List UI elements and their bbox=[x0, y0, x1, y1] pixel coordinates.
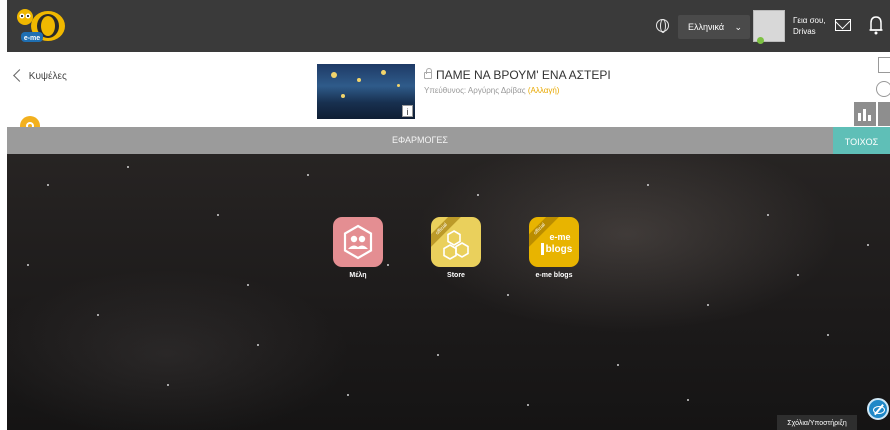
hexagons-icon bbox=[443, 230, 469, 260]
bar-chart-icon bbox=[868, 115, 871, 121]
greeting-text: Γεια σου, bbox=[793, 16, 826, 25]
cover-star bbox=[357, 78, 361, 82]
room-header: Κυψέλες i ΠΑΜΕ ΝΑ ΒΡΟΥΜ' ΕΝΑ ΑΣΤΕΡΙ Υπεύ… bbox=[7, 52, 890, 136]
app-members[interactable]: Μέλη bbox=[333, 217, 383, 279]
back-label: Κυψέλες bbox=[28, 71, 67, 82]
cover-star bbox=[341, 94, 345, 98]
apps-section-bar: ΕΦΑΡΜΟΓΕΣ bbox=[7, 127, 833, 154]
app-e-me-blogs[interactable]: e-me blogs official e-me blogs bbox=[529, 217, 579, 279]
clock-icon[interactable] bbox=[876, 81, 890, 97]
room-owner: Υπεύθυνος: Αργύρης Δρίβας (Αλλαγή) bbox=[424, 86, 559, 95]
e-me-logo[interactable]: e-me bbox=[13, 6, 69, 46]
lock-icon bbox=[424, 68, 432, 79]
support-button[interactable]: Σχόλια/Υποστήριξη bbox=[777, 415, 857, 430]
room-cover-image[interactable]: i bbox=[317, 64, 415, 119]
app-label: Store bbox=[447, 272, 465, 279]
cover-star bbox=[397, 84, 400, 87]
language-value: Ελληνικά bbox=[688, 22, 725, 32]
members-icon bbox=[343, 224, 373, 260]
blogs-tile-text-1: e-me bbox=[549, 232, 570, 242]
bell-icon[interactable] bbox=[869, 14, 883, 36]
room-title: ΠΑΜΕ ΝΑ ΒΡΟΥΜ' ΕΝΑ ΑΣΤΕΡΙ bbox=[424, 68, 611, 82]
owner-label: Υπεύθυνος: Αργύρης Δρίβας bbox=[424, 86, 526, 95]
globe-icon bbox=[656, 19, 669, 33]
online-status-icon bbox=[757, 37, 764, 44]
user-greeting[interactable]: Γεια σου, Drivas bbox=[793, 15, 826, 37]
info-button[interactable]: i bbox=[402, 105, 413, 117]
bar-chart-icon bbox=[858, 113, 861, 121]
avatar[interactable] bbox=[753, 10, 785, 44]
blogs-tile: e-me blogs official bbox=[529, 217, 579, 267]
edit-button[interactable] bbox=[878, 102, 890, 126]
chevron-down-icon: ⌄ bbox=[734, 22, 742, 32]
app-window: e-me Ελληνικά ⌄ Γεια σου, Drivas Κυψέλες bbox=[7, 0, 890, 430]
app-store[interactable]: official Store bbox=[431, 217, 481, 279]
mail-icon[interactable] bbox=[835, 19, 851, 31]
hide-eye-icon[interactable] bbox=[867, 398, 889, 420]
store-tile: official bbox=[431, 217, 481, 267]
members-tile bbox=[333, 217, 383, 267]
statistics-button[interactable] bbox=[854, 102, 876, 126]
blogs-icon: e-me blogs bbox=[541, 232, 573, 255]
blogs-tile-text-2: blogs bbox=[546, 244, 573, 255]
app-label: e-me blogs bbox=[535, 272, 573, 279]
language-select[interactable]: Ελληνικά ⌄ bbox=[678, 15, 750, 39]
cover-star bbox=[331, 72, 337, 78]
change-owner-link[interactable]: (Αλλαγή) bbox=[528, 86, 560, 95]
bar-chart-icon bbox=[863, 109, 866, 121]
tab-wall[interactable]: ΤΟΙΧΟΣ bbox=[833, 127, 890, 157]
app-label: Μέλη bbox=[349, 272, 367, 279]
logo-text: e-me bbox=[24, 35, 40, 42]
back-to-hives-link[interactable]: Κυψέλες bbox=[13, 69, 67, 82]
room-title-text: ΠΑΜΕ ΝΑ ΒΡΟΥΜ' ΕΝΑ ΑΣΤΕΡΙ bbox=[436, 68, 611, 82]
panel-icon[interactable] bbox=[878, 57, 890, 73]
chevron-left-icon bbox=[13, 69, 26, 82]
top-navigation-bar: e-me Ελληνικά ⌄ Γεια σου, Drivas bbox=[7, 0, 890, 52]
username: Drivas bbox=[793, 27, 816, 36]
cover-star bbox=[381, 70, 386, 75]
starry-background bbox=[7, 154, 890, 430]
